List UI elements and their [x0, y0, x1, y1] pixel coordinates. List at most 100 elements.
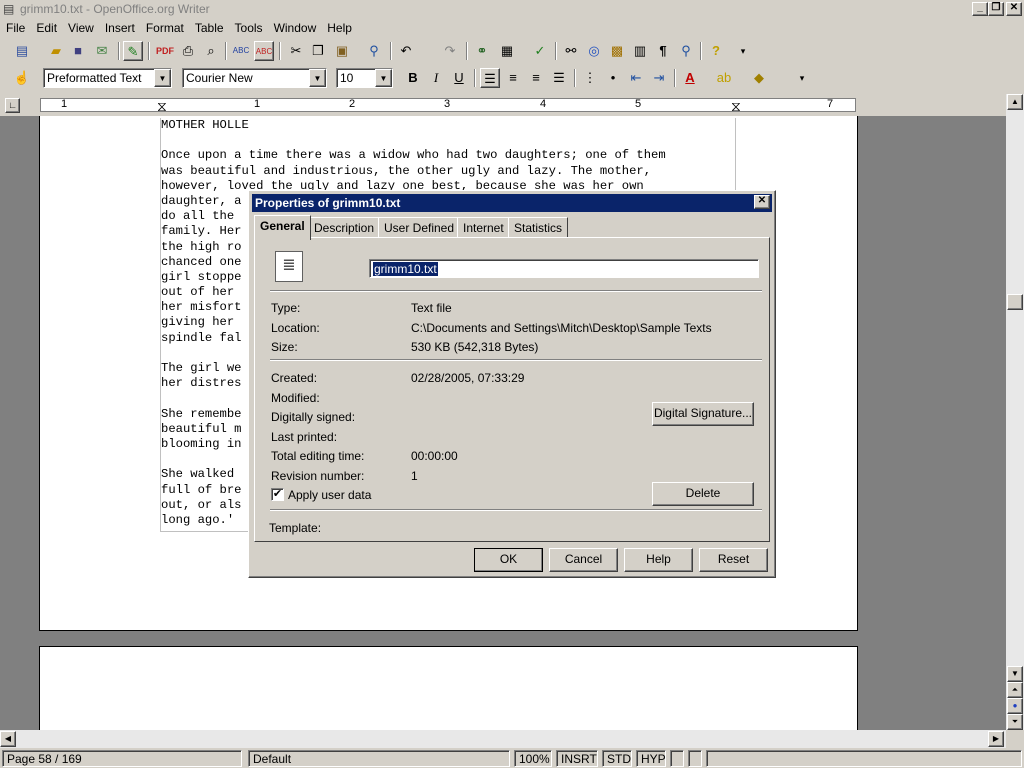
menu-tools[interactable]: Tools — [229, 19, 268, 35]
left-indent-marker[interactable]: ⧖ — [157, 98, 167, 115]
menu-edit[interactable]: Edit — [30, 19, 62, 35]
menu-format[interactable]: Format — [140, 19, 189, 35]
text-line[interactable]: Once upon a time there was a widow who h… — [161, 148, 736, 163]
apply-user-data-label[interactable]: Apply user data — [288, 488, 371, 502]
menu-insert[interactable]: Insert — [99, 19, 140, 35]
tab-statistics[interactable]: Statistics — [508, 217, 569, 238]
cut-icon[interactable]: ✂ — [286, 41, 306, 61]
find-replace-icon[interactable]: ⚯ — [561, 41, 581, 61]
page-style-indicator[interactable]: Default — [248, 750, 510, 767]
next-page-icon[interactable]: ⏷ — [1007, 714, 1023, 730]
minimize-icon[interactable]: _ — [972, 2, 988, 16]
hyperlink-mode-indicator[interactable]: HYP — [636, 750, 666, 767]
close-icon[interactable]: ✕ — [754, 195, 770, 209]
tab-general[interactable]: General — [254, 215, 311, 240]
page-indicator[interactable]: Page 58 / 169 — [2, 750, 242, 767]
undo-icon[interactable]: ↶ — [396, 41, 416, 61]
previous-page-icon[interactable]: ⏶ — [1007, 682, 1023, 698]
menu-window[interactable]: Window — [268, 19, 322, 35]
highlighting-icon[interactable]: ab — [714, 68, 734, 88]
align-right-icon[interactable]: ≡ — [526, 68, 546, 88]
new-document-icon[interactable]: ▤ — [12, 41, 32, 61]
tab-description[interactable]: Description — [308, 217, 381, 238]
scroll-down-icon[interactable]: ▼ — [1007, 666, 1023, 682]
spellcheck-icon[interactable]: ABC — [231, 41, 251, 61]
chevron-down-icon[interactable]: ▼ — [154, 69, 171, 87]
text-line[interactable] — [161, 133, 736, 148]
text-line[interactable]: MOTHER HOLLE — [161, 118, 736, 133]
delete-button[interactable]: Delete — [652, 482, 754, 506]
zoom-indicator[interactable]: 100% — [514, 750, 552, 767]
font-color-icon[interactable]: A — [680, 68, 700, 88]
background-color-icon[interactable]: ◆ — [749, 68, 769, 88]
vertical-scrollbar[interactable]: ▲ ▼ ⏶ ● ⏷ — [1006, 94, 1024, 730]
navigation-icon[interactable]: ● — [1007, 698, 1023, 714]
decrease-indent-icon[interactable]: ⇤ — [626, 68, 646, 88]
help-button[interactable]: Help — [624, 548, 693, 572]
justify-icon[interactable]: ☰ — [549, 68, 569, 88]
restore-icon[interactable]: ❐ — [988, 2, 1004, 16]
bullets-icon[interactable]: • — [603, 68, 623, 88]
close-icon[interactable]: ✕ — [1006, 2, 1022, 16]
edit-file-icon[interactable]: ✎ — [123, 41, 143, 61]
reset-button[interactable]: Reset — [699, 548, 768, 572]
cancel-button[interactable]: Cancel — [549, 548, 618, 572]
page-preview-icon[interactable]: ⌕ — [201, 41, 221, 61]
font-name-select[interactable]: Courier New ▼ — [182, 68, 327, 88]
styles-formatting-icon[interactable]: ☝ — [12, 68, 32, 88]
increase-indent-icon[interactable]: ⇥ — [649, 68, 669, 88]
clone-formatting-icon[interactable]: ⚲ — [364, 41, 384, 61]
digital-signature-button[interactable]: Digital Signature... — [652, 402, 754, 426]
chevron-down-icon[interactable]: ▼ — [375, 69, 392, 87]
tab-user-defined[interactable]: User Defined — [378, 217, 461, 238]
menu-help[interactable]: Help — [321, 19, 357, 35]
data-sources-icon[interactable]: ▥ — [630, 41, 650, 61]
menu-file[interactable]: File — [0, 19, 30, 35]
email-icon[interactable]: ✉ — [92, 41, 112, 61]
italic-icon[interactable]: I — [426, 68, 446, 88]
navigator-icon[interactable]: ◎ — [584, 41, 604, 61]
ok-button[interactable]: OK — [474, 548, 543, 572]
tab-internet[interactable]: Internet — [457, 217, 510, 238]
menu-table[interactable]: Table — [189, 19, 229, 35]
align-center-icon[interactable]: ≡ — [503, 68, 523, 88]
scroll-up-icon[interactable]: ▲ — [1007, 94, 1023, 110]
redo-icon[interactable]: ↷ — [440, 41, 460, 61]
horizontal-scrollbar[interactable]: ◀ ▶ — [0, 730, 1006, 748]
right-indent-marker[interactable]: ⧖ — [731, 98, 741, 115]
toolbar-options-icon[interactable]: ▾ — [733, 41, 753, 61]
paste-icon[interactable]: ▣ — [332, 41, 352, 61]
paragraph-style-select[interactable]: Preformatted Text ▼ — [43, 68, 172, 88]
chevron-down-icon[interactable]: ▼ — [309, 69, 326, 87]
scroll-right-icon[interactable]: ▶ — [988, 731, 1004, 747]
text-line[interactable]: was beautiful and industrious, the other… — [161, 164, 736, 179]
horizontal-ruler[interactable]: 1 ⧖ 1 2 3 4 5 ⧖ 7 — [40, 98, 856, 115]
hyperlink-icon[interactable]: ⚭ — [472, 41, 492, 61]
align-left-icon[interactable]: ☰ — [480, 68, 500, 88]
toolbar-options-icon[interactable]: ▾ — [792, 68, 812, 88]
document-page-next[interactable] — [39, 646, 858, 730]
apply-user-data-checkbox[interactable]: ✔ — [271, 488, 284, 501]
print-icon[interactable]: ⎙ — [178, 41, 198, 61]
gallery-icon[interactable]: ▩ — [607, 41, 627, 61]
selection-mode-indicator[interactable]: STD — [602, 750, 632, 767]
autospellcheck-icon[interactable]: ABC — [254, 41, 274, 61]
show-draw-functions-icon[interactable]: ✓ — [530, 41, 550, 61]
zoom-icon[interactable]: ⚲ — [676, 41, 696, 61]
file-name-input[interactable]: grimm10.txt — [369, 259, 759, 278]
export-pdf-icon[interactable]: PDF — [155, 41, 175, 61]
numbering-icon[interactable]: ⋮ — [580, 68, 600, 88]
tab-type-icon[interactable]: ∟ — [5, 98, 20, 113]
save-icon[interactable]: ■ — [68, 41, 88, 61]
menu-view[interactable]: View — [62, 19, 99, 35]
open-icon[interactable]: ▰ — [46, 41, 66, 61]
font-size-select[interactable]: 10 ▼ — [336, 68, 393, 88]
help-icon[interactable]: ? — [706, 41, 726, 61]
bold-icon[interactable]: B — [403, 68, 423, 88]
scroll-left-icon[interactable]: ◀ — [0, 731, 16, 747]
insert-mode-indicator[interactable]: INSRT — [556, 750, 598, 767]
underline-icon[interactable]: U — [449, 68, 469, 88]
scroll-thumb[interactable] — [1007, 294, 1023, 310]
copy-icon[interactable]: ❐ — [308, 41, 328, 61]
formatting-marks-icon[interactable]: ¶ — [653, 41, 673, 61]
